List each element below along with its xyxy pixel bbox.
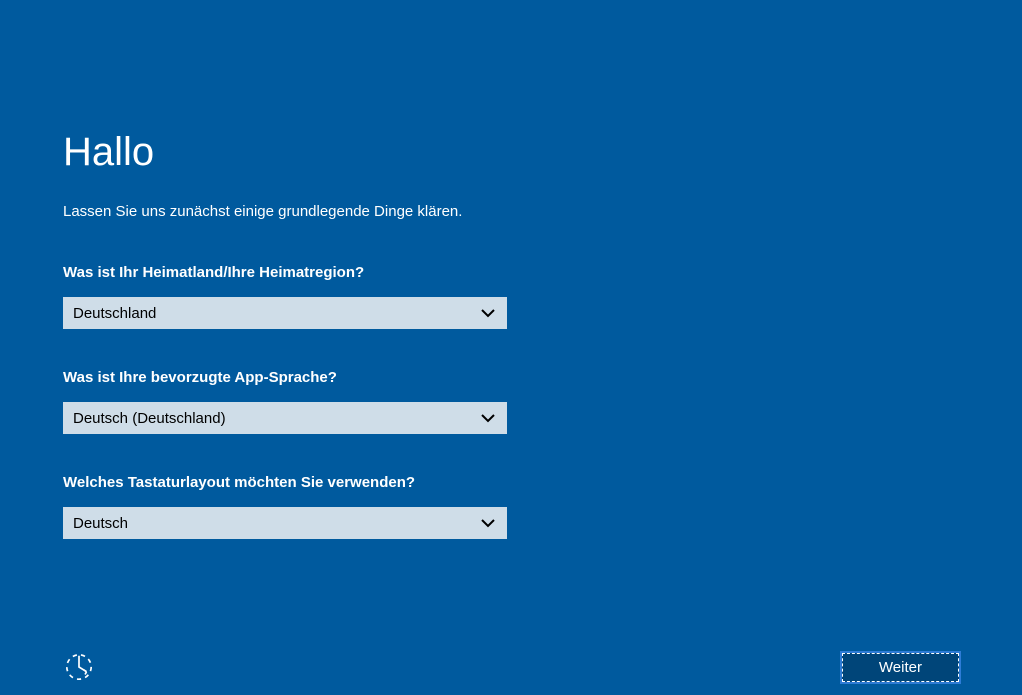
language-select-value: Deutsch (Deutschland)	[73, 410, 226, 427]
language-label: Was ist Ihre bevorzugte App-Sprache?	[63, 369, 520, 386]
keyboard-select-value: Deutsch	[73, 515, 128, 532]
keyboard-label: Welches Tastaturlayout möchten Sie verwe…	[63, 474, 520, 491]
country-label: Was ist Ihr Heimatland/Ihre Heimatregion…	[63, 264, 520, 281]
keyboard-form-group: Welches Tastaturlayout möchten Sie verwe…	[63, 474, 520, 539]
keyboard-select[interactable]: Deutsch	[63, 507, 507, 539]
accessibility-icon[interactable]	[63, 651, 95, 683]
country-select[interactable]: Deutschland	[63, 297, 507, 329]
country-select-value: Deutschland	[73, 305, 156, 322]
page-subtitle: Lassen Sie uns zunächst einige grundlege…	[63, 203, 520, 220]
language-form-group: Was ist Ihre bevorzugte App-Sprache? Deu…	[63, 369, 520, 434]
page-title: Hallo	[63, 130, 520, 175]
language-select[interactable]: Deutsch (Deutschland)	[63, 402, 507, 434]
country-form-group: Was ist Ihr Heimatland/Ihre Heimatregion…	[63, 264, 520, 329]
next-button[interactable]: Weiter	[842, 653, 959, 682]
